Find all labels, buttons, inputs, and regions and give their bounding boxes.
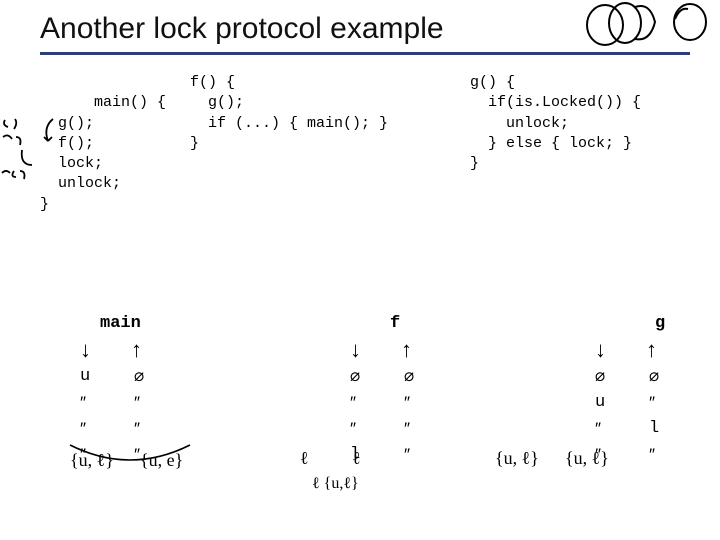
state-cell: ″ [404, 445, 418, 465]
func-labels: main f g [40, 314, 690, 333]
state-cell: ∅ [134, 367, 148, 387]
state-cell: ″ [404, 393, 418, 413]
state-cell: ″ [350, 419, 364, 439]
col-f-right: ∅ ″ ″ ″ [404, 367, 418, 465]
hand-g-left: {u, ℓ} [495, 448, 539, 469]
arrow-down-icon: ↓ [595, 339, 606, 361]
hand-g-right: {u, ℓ} [565, 448, 609, 469]
arrow-lock-icon [38, 117, 58, 147]
arrow-up-icon: ↑ [131, 339, 142, 361]
state-cell: ″ [134, 419, 148, 439]
code-main-text: main() { g(); f(); lock; unlock; } [40, 94, 166, 212]
state-cell: ″ [350, 393, 364, 413]
code-f: f() { g(); if (...) { main(); } } [190, 73, 460, 276]
label-g: g [605, 314, 690, 333]
state-cell: ∅ [350, 367, 364, 387]
label-main: main [40, 314, 330, 333]
scribble-top-icon [580, 0, 720, 52]
arrow-up-icon: ↑ [401, 339, 412, 361]
hand-f-left: ℓ [300, 448, 309, 469]
state-cell: ″ [404, 419, 418, 439]
state-cell: ″ [80, 393, 94, 413]
state-cell: u [80, 367, 94, 387]
arrow-up-icon: ↑ [646, 339, 657, 361]
state-cell: ″ [80, 419, 94, 439]
hand-f-right1: ℓ [352, 448, 361, 469]
label-f: f [330, 314, 605, 333]
state-cell: ∅ [649, 367, 663, 387]
state-cell: u [595, 393, 609, 413]
col-g-right: ∅ ″ l ″ [649, 367, 663, 465]
state-cell: ″ [649, 445, 663, 465]
state-cell: ∅ [404, 367, 418, 387]
code-g: g() { if(is.Locked()) { unlock; } else {… [470, 73, 690, 276]
scribble-left-icon [0, 115, 40, 210]
hand-f-right2: ℓ {u,ℓ} [312, 475, 359, 493]
state-cell: ″ [134, 393, 148, 413]
arrow-down-icon: ↓ [350, 339, 361, 361]
state-cell: ″ [649, 393, 663, 413]
code-row: main() { g(); f(); lock; unlock; } f() { [40, 73, 690, 276]
code-main: main() { g(); f(); lock; unlock; } [40, 73, 180, 276]
brace-icon [65, 440, 195, 470]
arrow-down-icon: ↓ [80, 339, 91, 361]
state-cell: ″ [595, 419, 609, 439]
arrows-row: ↓ ↑ ↓ ↑ ↓ ↑ [40, 339, 690, 361]
state-cell: l [649, 419, 663, 439]
state-cell: ∅ [595, 367, 609, 387]
